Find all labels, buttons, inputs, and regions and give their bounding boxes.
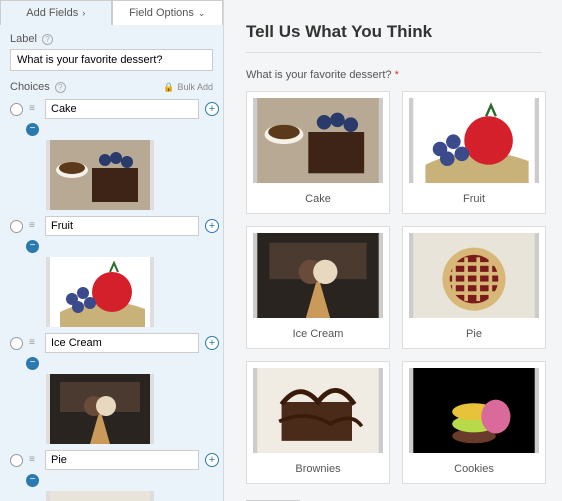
option-card[interactable]: Ice Cream <box>246 226 390 349</box>
choice-thumbnail[interactable] <box>46 374 154 444</box>
option-image <box>409 98 539 183</box>
choices-list: ≡+−≡+−≡+−≡+−≡+− <box>10 99 213 501</box>
drag-handle-icon[interactable]: ≡ <box>29 458 39 462</box>
option-label: Cookies <box>409 459 539 477</box>
help-icon[interactable]: ? <box>42 34 53 45</box>
remove-choice-button[interactable]: − <box>26 357 39 370</box>
option-label: Cake <box>253 189 383 207</box>
tab-add-fields[interactable]: Add Fields › <box>0 0 112 25</box>
add-choice-button[interactable]: + <box>205 219 219 233</box>
tab-field-options[interactable]: Field Options ⌄ <box>112 0 224 25</box>
option-label: Pie <box>409 324 539 342</box>
label-heading: Label <box>10 33 37 45</box>
form-preview: Tell Us What You Think What is your favo… <box>224 0 562 501</box>
editor-tabs: Add Fields › Field Options ⌄ <box>0 0 223 25</box>
help-icon[interactable]: ? <box>55 82 66 93</box>
remove-choice-button[interactable]: − <box>26 123 39 136</box>
option-label: Fruit <box>409 189 539 207</box>
tab-label: Add Fields <box>26 7 78 19</box>
remove-choice-button[interactable]: − <box>26 240 39 253</box>
drag-handle-icon[interactable]: ≡ <box>29 341 39 345</box>
remove-choice-button[interactable]: − <box>26 474 39 487</box>
option-card[interactable]: Fruit <box>402 91 546 214</box>
choice-label-input[interactable] <box>45 99 199 119</box>
choice-item: ≡+− <box>10 333 213 444</box>
label-heading-row: Label ? <box>10 33 213 45</box>
choice-label-input[interactable] <box>45 216 199 236</box>
add-choice-button[interactable]: + <box>205 102 219 116</box>
option-image <box>409 368 539 453</box>
app-root: Add Fields › Field Options ⌄ Label ? Cho… <box>0 0 562 501</box>
required-mark: * <box>395 69 399 81</box>
option-card[interactable]: Pie <box>402 226 546 349</box>
default-radio[interactable] <box>10 337 23 350</box>
choice-item: ≡+− <box>10 450 213 501</box>
choices-heading: Choices <box>10 81 50 93</box>
bulk-add-label: Bulk Add <box>177 82 213 92</box>
option-label: Brownies <box>253 459 383 477</box>
choice-item: ≡+− <box>10 216 213 327</box>
option-card[interactable]: Cake <box>246 91 390 214</box>
chevron-right-icon: › <box>82 8 85 18</box>
choice-label-input[interactable] <box>45 333 199 353</box>
options-grid: Cake Fruit Ice Cream Pie Brownies Cookies <box>246 91 542 484</box>
default-radio[interactable] <box>10 454 23 467</box>
option-image <box>409 233 539 318</box>
form-title: Tell Us What You Think <box>246 22 542 53</box>
editor-body: Label ? Choices ? 🔒 Bulk Add ≡+−≡+−≡+−≡+… <box>0 25 223 501</box>
add-choice-button[interactable]: + <box>205 453 219 467</box>
option-label: Ice Cream <box>253 324 383 342</box>
choice-item: ≡+− <box>10 99 213 210</box>
chevron-down-icon: ⌄ <box>198 8 206 19</box>
choice-thumbnail[interactable] <box>46 257 154 327</box>
choice-label-input[interactable] <box>45 450 199 470</box>
option-image <box>253 368 383 453</box>
tab-label: Field Options <box>129 7 194 19</box>
default-radio[interactable] <box>10 220 23 233</box>
lock-icon: 🔒 <box>163 82 174 93</box>
label-input[interactable] <box>10 49 213 71</box>
option-image <box>253 233 383 318</box>
add-choice-button[interactable]: + <box>205 336 219 350</box>
choices-heading-row: Choices ? 🔒 Bulk Add <box>10 81 213 93</box>
bulk-add-link[interactable]: 🔒 Bulk Add <box>163 82 213 93</box>
option-image <box>253 98 383 183</box>
choice-thumbnail[interactable] <box>46 140 154 210</box>
drag-handle-icon[interactable]: ≡ <box>29 107 39 111</box>
default-radio[interactable] <box>10 103 23 116</box>
option-card[interactable]: Cookies <box>402 361 546 484</box>
question-label: What is your favorite dessert? * <box>246 69 542 81</box>
choice-thumbnail[interactable] <box>46 491 154 501</box>
field-editor-panel: Add Fields › Field Options ⌄ Label ? Cho… <box>0 0 224 501</box>
drag-handle-icon[interactable]: ≡ <box>29 224 39 228</box>
option-card[interactable]: Brownies <box>246 361 390 484</box>
